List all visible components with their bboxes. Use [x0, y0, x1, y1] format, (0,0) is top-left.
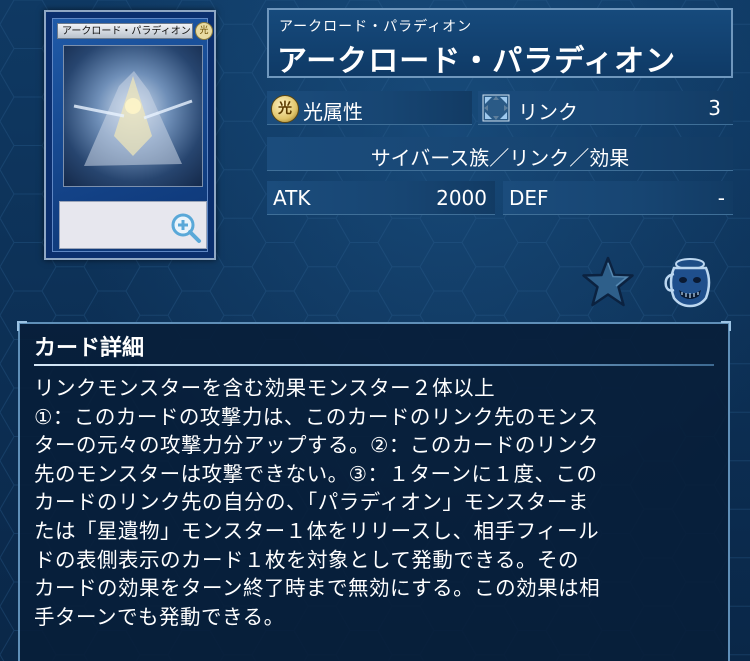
link-label: リンク [518, 100, 578, 124]
attribute-label: 光属性 [303, 100, 363, 124]
atk-row: ATK 2000 [267, 181, 495, 215]
star-icon[interactable] [580, 255, 636, 309]
def-label: DEF [509, 186, 549, 210]
def-value: - [717, 186, 725, 210]
panel-corner [17, 321, 27, 331]
detail-title: カード詳細 [34, 336, 145, 361]
effect-line: 先のモンスターは攻撃できない。③：１ターンに１度、この [34, 461, 598, 486]
card-image[interactable]: アークロード・パラディオン 光 [44, 10, 216, 260]
card-text-area [59, 201, 207, 249]
effect-line: カードのリンク先の自分の、「パラディオン」モンスターま [34, 490, 589, 515]
card-image-attribute-icon: 光 [195, 22, 213, 40]
card-effect-text: リンクモンスターを含む効果モンスター２体以上 ①：このカードの攻撃力は、このカー… [34, 374, 718, 631]
paladin-artwork [73, 71, 193, 166]
card-name: アークロード・パラディオン [277, 44, 677, 79]
atk-label: ATK [273, 186, 311, 210]
card-face: アークロード・パラディオン 光 [52, 18, 213, 252]
link-row: リンク 3 [478, 91, 733, 125]
link-arrows-icon [482, 94, 510, 122]
jar-icon[interactable] [660, 256, 716, 308]
effect-line: ターの元々の攻撃力分アップする。②：このカードのリンク [34, 433, 599, 458]
card-image-name: アークロード・パラディオン [57, 23, 193, 39]
effect-line: たは「星遺物」モンスター１体をリリースし、相手フィール [34, 518, 600, 543]
card-detail-panel: カード詳細 リンクモンスターを含む効果モンスター２体以上 ①：このカードの攻撃力… [17, 321, 731, 661]
type-row: サイバース族／リンク／効果 [267, 137, 733, 171]
effect-line: ①：このカードの攻撃力は、このカードのリンク先のモンス [34, 404, 599, 429]
atk-value: 2000 [436, 186, 487, 210]
title-divider [34, 364, 714, 366]
attribute-row: 光 光属性 [267, 91, 472, 125]
effect-line: ドの表側表示のカード１枚を対象として発動できる。その [34, 547, 579, 572]
card-name-ruby: アークロード・パラディオン [279, 19, 473, 35]
effect-line: カードの効果をターン終了時まで無効にする。この効果は相 [34, 576, 601, 601]
panel-corner [721, 321, 731, 331]
def-row: DEF - [503, 181, 733, 215]
effect-line: 手ターンでも発動できる。 [34, 604, 285, 629]
link-rating: 3 [708, 96, 721, 120]
monster-type: サイバース族／リンク／効果 [370, 146, 630, 170]
light-attribute-icon: 光 [271, 95, 299, 123]
card-artwork [63, 45, 203, 187]
magnify-icon[interactable] [170, 212, 202, 244]
card-name-panel: アークロード・パラディオン アークロード・パラディオン [267, 8, 733, 79]
effect-line: リンクモンスターを含む効果モンスター２体以上 [34, 376, 496, 400]
